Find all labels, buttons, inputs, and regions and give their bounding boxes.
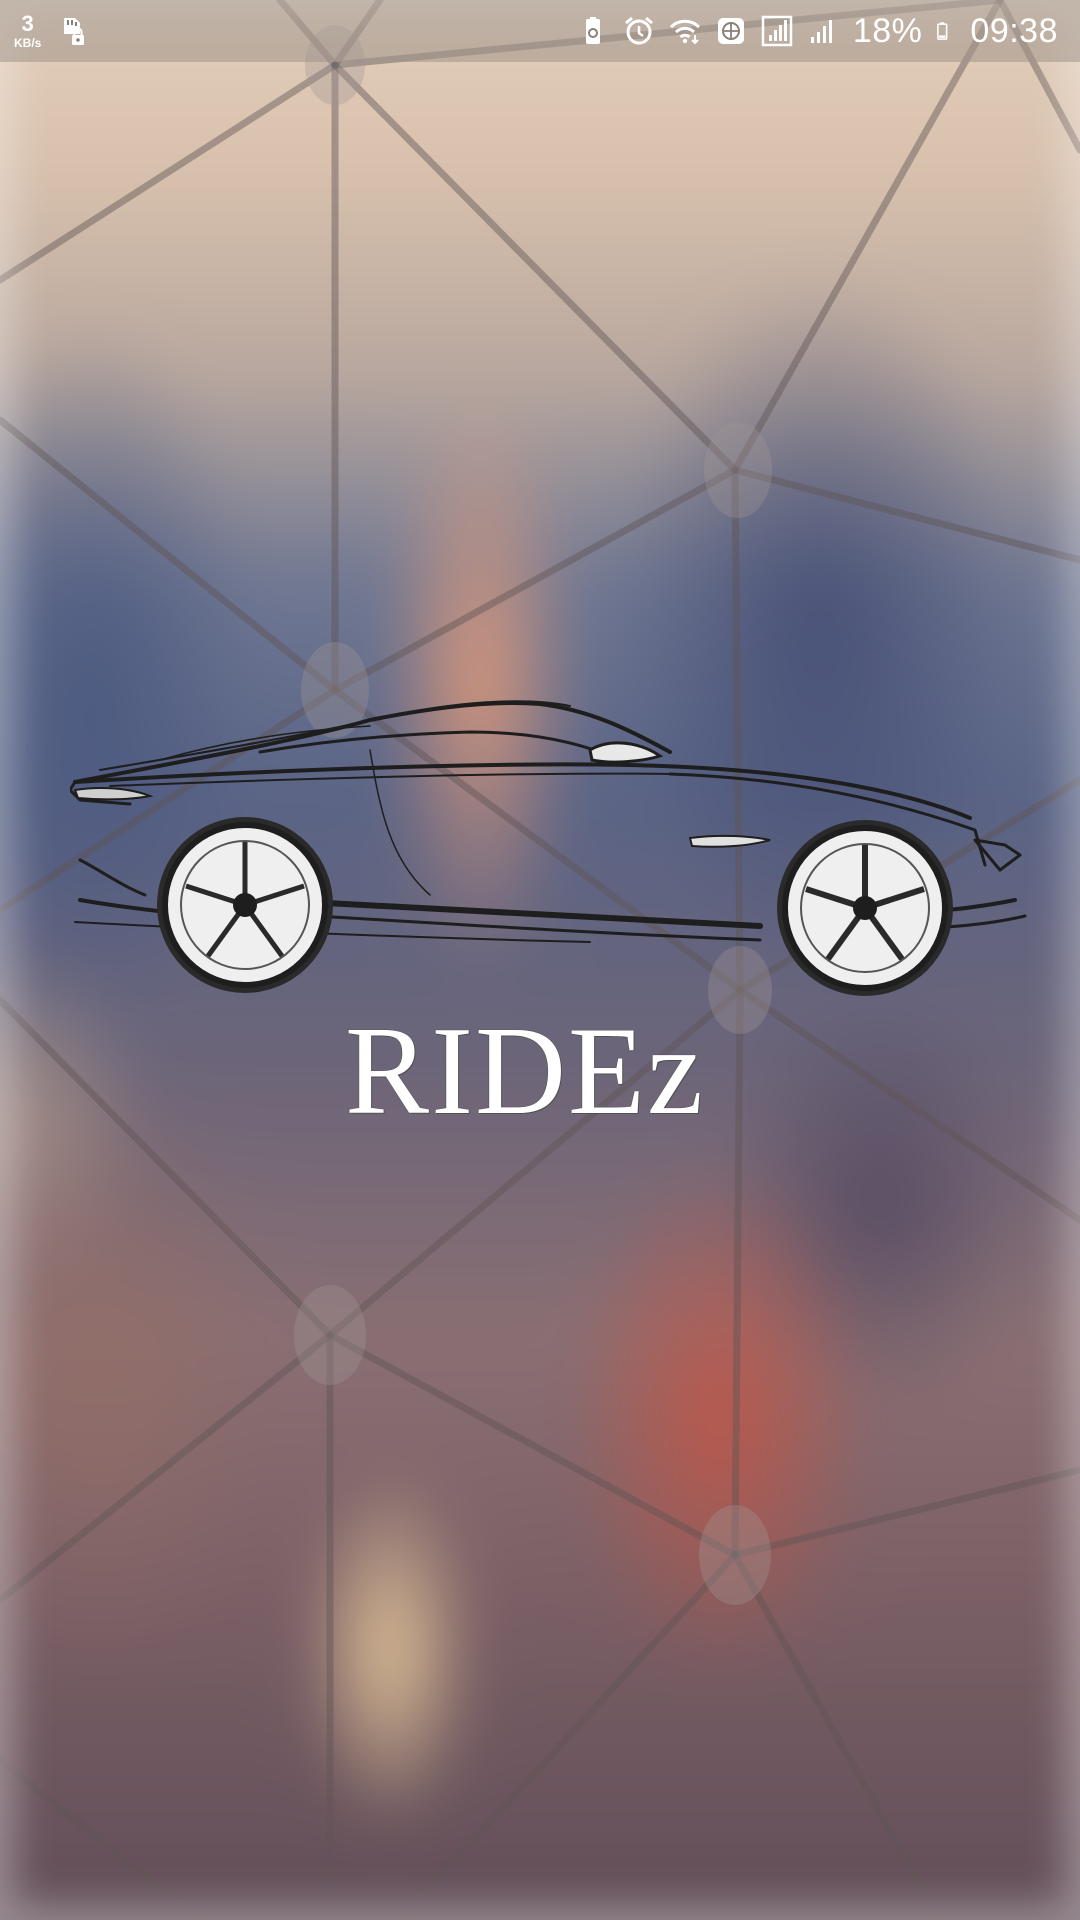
- status-bar: 3 KB/s 18% 09:38: [0, 0, 1080, 62]
- globe-icon: [717, 18, 744, 44]
- sd-card-icon: [64, 18, 85, 45]
- network-speed-unit: KB/s: [14, 36, 42, 50]
- network-speed-value: 3: [21, 11, 34, 36]
- signal-icon: [761, 15, 793, 47]
- signal-icon: [810, 20, 832, 43]
- alarm-icon: [624, 16, 653, 45]
- battery-saver-icon: [585, 17, 600, 44]
- splash-screen: 3 KB/s 18% 09:38 RIDEz: [0, 0, 1080, 1920]
- wifi-icon: [669, 19, 700, 45]
- battery-percent: 18%: [852, 11, 923, 50]
- status-bar-right: 18% 09:38: [577, 12, 1058, 51]
- status-bar-left: 3 KB/s: [14, 13, 87, 49]
- front-wheel: [777, 820, 953, 996]
- battery-icon: [937, 22, 948, 40]
- rear-wheel: [157, 817, 333, 993]
- car-sketch-icon: [70, 700, 1027, 996]
- brand-name: RIDEz: [345, 1002, 705, 1141]
- clock: 09:38: [970, 11, 1058, 50]
- network-speed: 3 KB/s: [14, 11, 42, 50]
